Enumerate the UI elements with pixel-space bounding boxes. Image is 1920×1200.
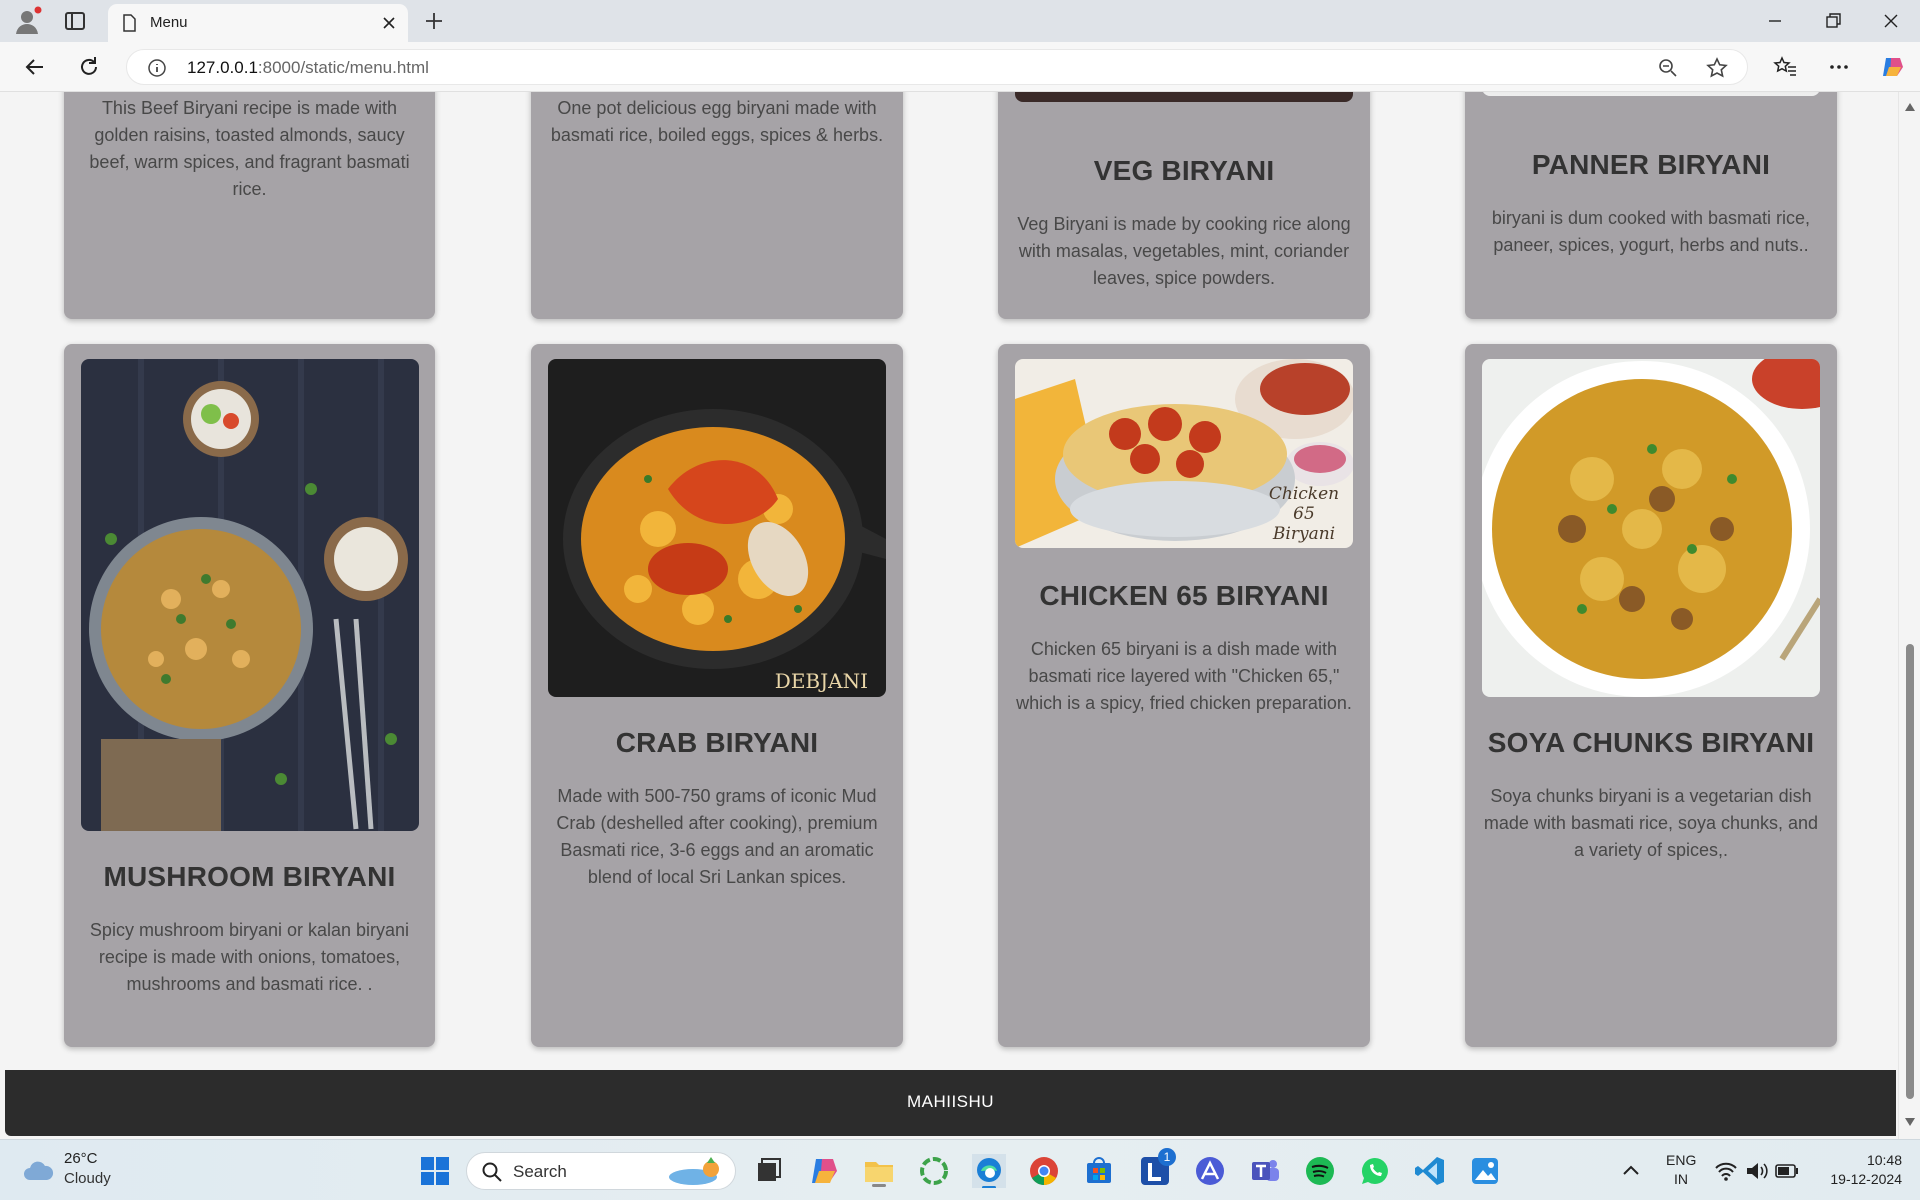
card-title: MUSHROOM BIRYANI (103, 861, 396, 892)
card-description: Veg Biryani is made by cooking rice alon… (1017, 214, 1351, 288)
page-icon (123, 14, 136, 32)
region-code: IN (1674, 1171, 1688, 1187)
tab-strip: Menu (0, 0, 1920, 42)
favorites-icon[interactable] (1772, 54, 1798, 80)
menu-card-beef: This Beef Biryani recipe is made with go… (64, 92, 435, 319)
language-code: ENG (1666, 1152, 1697, 1168)
chevron-up-icon[interactable] (1618, 1154, 1644, 1188)
search-icon (482, 1162, 502, 1182)
card-title: CHICKEN 65 BIRYANI (1039, 580, 1329, 611)
menu-card-chicken65: Chicken 65 Biryani CHICKEN 65 BIRYANI Ch… (998, 344, 1370, 1047)
card-description: One pot delicious egg biryani made with … (550, 98, 884, 145)
chrome-icon[interactable] (1027, 1154, 1061, 1188)
url-field[interactable]: 127.0.0.1:8000/static/menu.html (126, 49, 1748, 85)
card-title: CRAB BIRYANI (615, 727, 819, 758)
menu-card-crab: DEBJANI CRAB BIRYANI Made with 500-750 g… (531, 344, 903, 1047)
windows-start-icon[interactable] (418, 1154, 452, 1188)
weather-condition: Cloudy (64, 1170, 111, 1187)
new-tab-icon[interactable] (422, 9, 446, 33)
language-indicator[interactable]: ENG IN (1666, 1152, 1696, 1187)
paneer-biryani-image (1482, 92, 1820, 96)
volume-icon[interactable] (1744, 1154, 1770, 1188)
profile-icon[interactable] (12, 6, 42, 36)
copilot-icon[interactable] (1880, 54, 1906, 80)
card-description: biryani is dum cooked with basmati rice,… (1491, 208, 1811, 255)
url-text: 127.0.0.1:8000/static/menu.html (187, 58, 429, 77)
minimize-icon[interactable] (1762, 8, 1788, 34)
scrollbar-thumb[interactable] (1906, 644, 1914, 1099)
weather-temp: 26°C (64, 1150, 98, 1167)
soya-chunks-biryani-image (1482, 359, 1820, 697)
copilot-app-icon[interactable] (808, 1154, 842, 1188)
page-footer: MAHIISHU (5, 1070, 1896, 1136)
file-explorer-icon[interactable] (862, 1154, 896, 1188)
page-content: This Beef Biryani recipe is made with go… (0, 92, 1898, 1139)
search-label: Search (513, 1162, 567, 1181)
card-description: This Beef Biryani recipe is made with go… (89, 98, 410, 199)
photos-app-icon[interactable] (1468, 1154, 1502, 1188)
close-window-icon[interactable] (1878, 8, 1904, 34)
battery-icon[interactable] (1774, 1154, 1800, 1188)
vscode-icon[interactable] (1413, 1154, 1447, 1188)
chicken65-biryani-image: Chicken 65 Biryani (1015, 359, 1353, 548)
taskbar-search[interactable]: Search (466, 1152, 736, 1190)
zoom-out-icon[interactable] (1657, 57, 1679, 79)
card-description: Spicy mushroom biryani or kalan biryani … (89, 920, 410, 994)
mushroom-biryani-image (81, 359, 419, 831)
back-icon[interactable] (22, 54, 48, 80)
arc-app-icon[interactable] (1193, 1154, 1227, 1188)
card-title: VEG BIRYANI (1093, 155, 1275, 186)
tab-menu[interactable]: Menu (108, 4, 408, 42)
clock-time: 10:48 (1866, 1152, 1902, 1168)
menu-card-veg: VEG BIRYANI Veg Biryani is made by cooki… (998, 92, 1370, 319)
spotify-icon[interactable] (1303, 1154, 1337, 1188)
veg-biryani-image (1015, 92, 1353, 102)
clock-date: 19-12-2024 (1830, 1171, 1902, 1187)
tab-actions-icon[interactable] (62, 8, 88, 34)
card-description: Chicken 65 biryani is a dish made with b… (1016, 639, 1352, 713)
card-title: SOYA CHUNKS BIRYANI (1487, 727, 1815, 758)
image-watermark: DEBJANI (774, 669, 868, 693)
site-info-icon[interactable] (147, 58, 167, 78)
footer-brand: MAHIISHU (906, 1092, 995, 1111)
favorite-star-icon[interactable] (1705, 56, 1729, 80)
edge-browser-icon[interactable] (972, 1154, 1006, 1188)
clock[interactable]: 10:48 19-12-2024 (1812, 1152, 1902, 1187)
scroll-up-icon[interactable] (1904, 102, 1916, 112)
l-app-icon[interactable]: 1 (1138, 1148, 1176, 1188)
whatsapp-icon[interactable] (1358, 1154, 1392, 1188)
teams-icon[interactable] (1248, 1154, 1282, 1188)
refresh-icon[interactable] (76, 54, 102, 80)
image-watermark: Chicken 65 Biryani (1268, 484, 1340, 544)
more-options-icon[interactable] (1826, 54, 1852, 80)
card-description: Made with 500-750 grams of iconic Mud Cr… (556, 786, 878, 887)
menu-card-soya: SOYA CHUNKS BIRYANI Soya chunks biryani … (1465, 344, 1837, 1047)
address-bar: 127.0.0.1:8000/static/menu.html (0, 42, 1920, 92)
store-icon[interactable] (1082, 1154, 1116, 1188)
menu-card-egg: One pot delicious egg biryani made with … (531, 92, 903, 319)
close-tab-icon[interactable] (380, 14, 398, 32)
circular-app-icon[interactable] (917, 1154, 951, 1188)
taskbar: 26°C Cloudy Search 1 ENG IN 10:48 19-12-… (0, 1139, 1920, 1200)
tab-title: Menu (150, 14, 188, 31)
page-scrollbar[interactable] (1898, 92, 1920, 1139)
crab-biryani-image: DEBJANI (548, 359, 886, 697)
restore-icon[interactable] (1820, 8, 1846, 34)
cloud-icon (24, 1161, 54, 1180)
menu-card-mushroom: MUSHROOM BIRYANI Spicy mushroom biryani … (64, 344, 435, 1047)
card-title: PANNER BIRYANI (1531, 149, 1771, 180)
wifi-icon[interactable] (1713, 1154, 1739, 1188)
notification-badge: 1 (1158, 1148, 1176, 1166)
menu-card-paneer: PANNER BIRYANI biryani is dum cooked wit… (1465, 92, 1837, 319)
search-highlight-icon (669, 1157, 719, 1185)
card-description: Soya chunks biryani is a vegetarian dish… (1483, 786, 1819, 860)
task-view-icon[interactable] (752, 1154, 786, 1188)
scroll-down-icon[interactable] (1904, 1117, 1916, 1127)
